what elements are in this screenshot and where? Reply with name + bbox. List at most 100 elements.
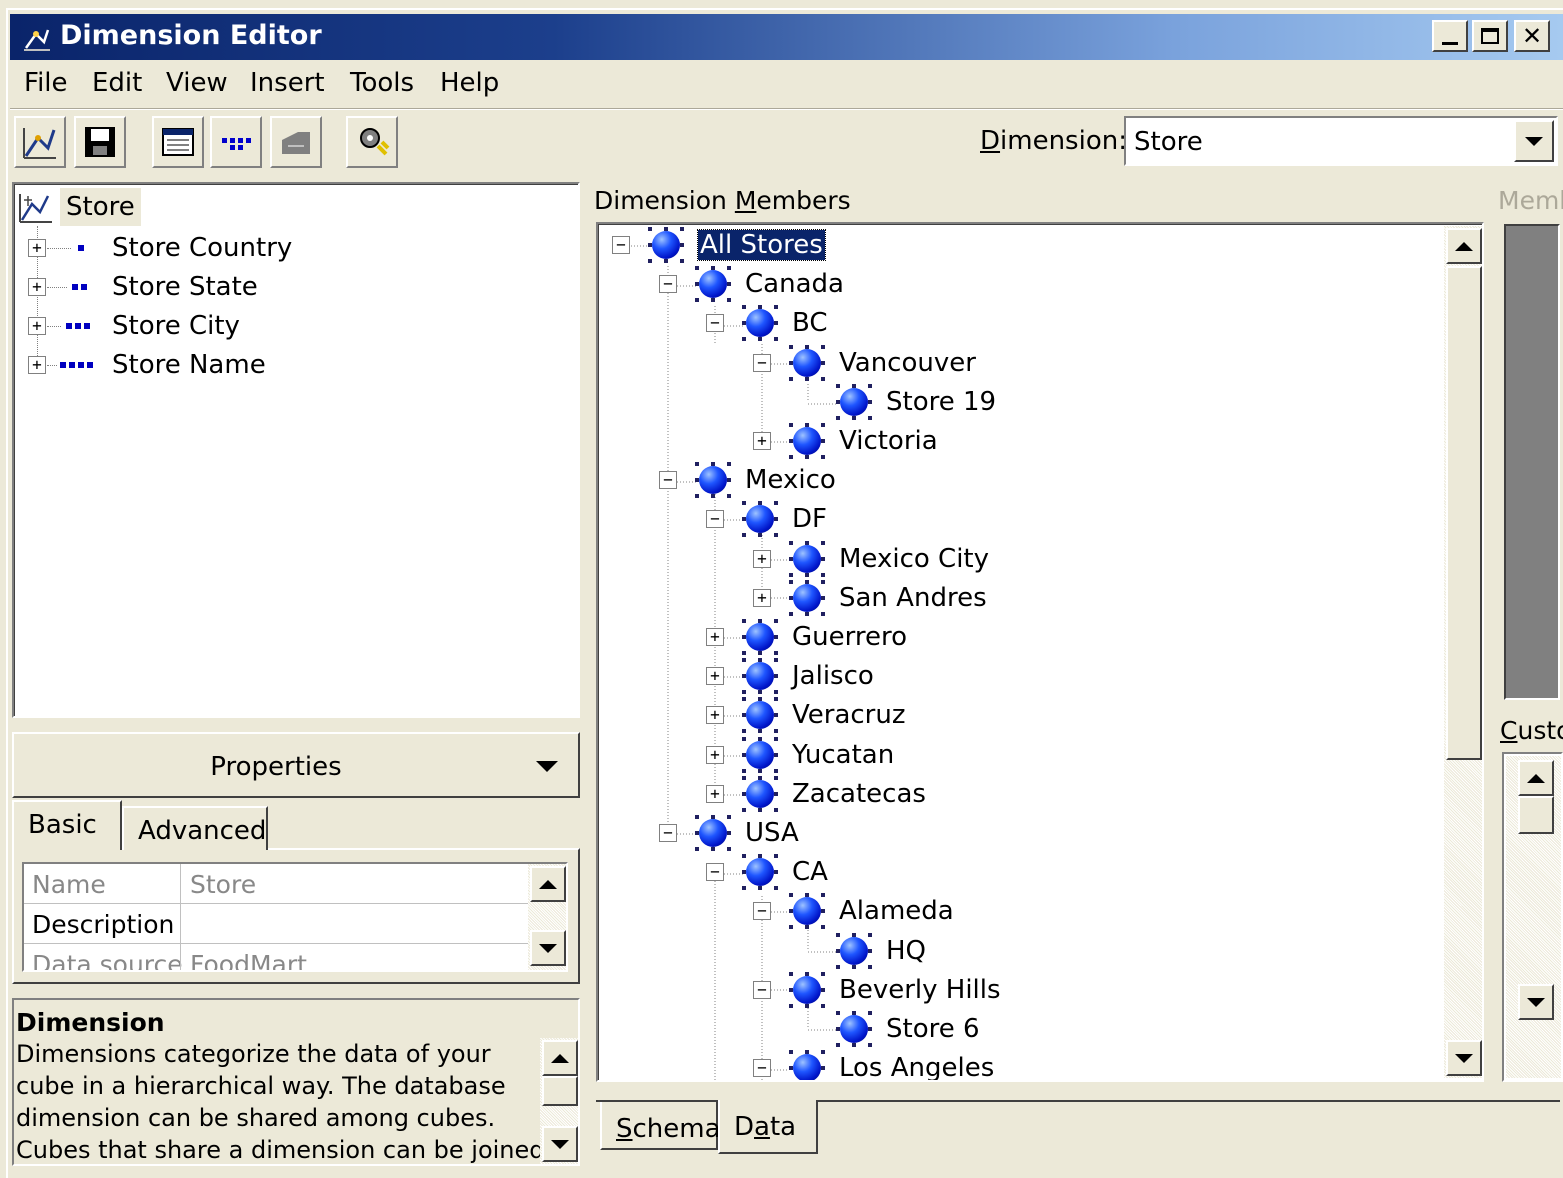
member-node-yucatan[interactable]: + Yucatan xyxy=(598,736,1438,774)
scroll-up-button[interactable] xyxy=(1446,228,1482,264)
minimize-button[interactable] xyxy=(1432,20,1468,52)
member-node-canada[interactable]: − Canada xyxy=(598,265,1438,303)
member-node-zacatecas[interactable]: + Zacatecas xyxy=(598,775,1438,813)
tab-advanced[interactable]: Advanced xyxy=(122,806,268,850)
window-title: Dimension Editor xyxy=(60,20,322,51)
tree-level-store-city[interactable]: Store City xyxy=(112,307,240,345)
process-button[interactable] xyxy=(346,116,398,168)
scroll-thumb[interactable] xyxy=(542,1076,578,1106)
levels-button[interactable] xyxy=(210,116,262,168)
properties-toggle-button[interactable]: Properties xyxy=(12,732,580,798)
tab-schema[interactable]: Schema xyxy=(600,1102,721,1150)
collapse-bc[interactable]: − xyxy=(706,314,724,333)
member-node-jalisco[interactable]: + Jalisco xyxy=(598,657,1438,695)
collapse-usa[interactable]: − xyxy=(659,824,677,842)
property-row-name[interactable]: Name Store xyxy=(24,864,528,904)
close-button[interactable]: ✕ xyxy=(1514,20,1550,52)
expand-store-city[interactable]: + xyxy=(28,317,46,335)
collapse-df[interactable]: − xyxy=(706,510,724,529)
property-row-description[interactable]: Description xyxy=(24,904,528,944)
menu-tools[interactable]: Tools xyxy=(350,68,414,98)
member-node-victoria[interactable]: + Victoria xyxy=(598,422,1438,460)
menu-insert[interactable]: Insert xyxy=(250,68,325,98)
collapse-canada[interactable]: − xyxy=(659,275,677,294)
tool-button[interactable] xyxy=(270,116,322,168)
member-node-mexico-city[interactable]: + Mexico City xyxy=(598,540,1438,578)
tab-basic[interactable]: Basic xyxy=(12,800,122,850)
member-node-guerrero[interactable]: + Guerrero xyxy=(598,618,1438,656)
property-row-data-source[interactable]: Data source FoodMart xyxy=(24,944,528,970)
tree-level-store-name[interactable]: Store Name xyxy=(112,346,266,384)
menu-view[interactable]: View xyxy=(166,68,228,98)
close-icon: ✕ xyxy=(1521,22,1543,50)
properties-button[interactable] xyxy=(152,116,204,168)
scroll-up-button[interactable] xyxy=(530,866,566,902)
maximize-button[interactable] xyxy=(1472,20,1508,52)
scroll-thumb[interactable] xyxy=(1446,266,1482,760)
member-node-bc[interactable]: − BC xyxy=(598,304,1438,342)
chevron-down-icon xyxy=(1527,997,1545,1007)
tree-level-store-state[interactable]: Store State xyxy=(112,268,258,306)
tab-data[interactable]: Data xyxy=(718,1100,818,1154)
member-node-beverly-hills[interactable]: − Beverly Hills xyxy=(598,971,1438,1009)
dimension-dropdown-button[interactable] xyxy=(1514,120,1554,162)
scroll-down-button[interactable] xyxy=(1518,984,1554,1020)
collapse-mexico[interactable]: − xyxy=(659,471,677,490)
level-label: Store Name xyxy=(112,350,266,380)
member-label: Alameda xyxy=(839,896,954,927)
tree-root-store[interactable]: Store xyxy=(60,188,141,226)
member-node-store-19[interactable]: Store 19 xyxy=(598,383,1438,421)
expand-yucatan[interactable]: + xyxy=(706,745,724,764)
property-value[interactable]: Store xyxy=(190,870,256,899)
expand-jalisco[interactable]: + xyxy=(706,667,724,686)
collapse-beverly-hills[interactable]: − xyxy=(753,980,771,999)
member-node-vancouver[interactable]: − Vancouver xyxy=(598,344,1438,382)
label-accel: a xyxy=(754,1112,770,1142)
scroll-down-button[interactable] xyxy=(542,1126,578,1162)
collapse-all-stores[interactable]: − xyxy=(612,236,630,254)
expand-zacatecas[interactable]: + xyxy=(706,784,724,803)
expand-store-state[interactable]: + xyxy=(28,278,46,296)
dimension-select[interactable]: Store xyxy=(1124,116,1558,166)
save-button[interactable] xyxy=(74,116,126,168)
scroll-thumb[interactable] xyxy=(1518,796,1554,834)
member-node-all-stores[interactable]: − All Stores xyxy=(598,226,1438,264)
tree-level-store-country[interactable]: Store Country xyxy=(112,229,292,267)
scroll-up-button[interactable] xyxy=(1518,760,1554,796)
scroll-up-button[interactable] xyxy=(542,1040,578,1076)
expand-store-country[interactable]: + xyxy=(28,239,46,257)
scroll-down-button[interactable] xyxy=(530,930,566,966)
member-node-san-andres[interactable]: + San Andres xyxy=(598,579,1438,617)
chevron-down-icon xyxy=(551,1139,569,1149)
expand-veracruz[interactable]: + xyxy=(706,706,724,725)
member-node-store-6[interactable]: Store 6 xyxy=(598,1010,1438,1048)
expand-store-name[interactable]: + xyxy=(28,356,46,374)
member-icon xyxy=(840,936,868,965)
collapse-ca[interactable]: − xyxy=(706,863,724,882)
member-node-veracruz[interactable]: + Veracruz xyxy=(598,696,1438,734)
collapse-los-angeles[interactable]: − xyxy=(753,1059,771,1078)
member-node-los-angeles[interactable]: − Los Angeles xyxy=(598,1049,1438,1080)
property-value[interactable]: FoodMart xyxy=(190,950,307,970)
dimension-structure-tree[interactable]: Store + Store Country + Store State + St… xyxy=(12,182,580,718)
scroll-down-button[interactable] xyxy=(1446,1040,1482,1076)
member-node-mexico[interactable]: − Mexico xyxy=(598,461,1438,499)
member-node-ca[interactable]: − CA xyxy=(598,853,1438,891)
member-node-hq[interactable]: HQ xyxy=(598,932,1438,970)
dimension-members-tree[interactable]: − All Stores − Canada − BC − Vancouver Store 19 +… xyxy=(596,222,1484,1082)
expand-san-andres[interactable]: + xyxy=(753,588,771,607)
menu-help[interactable]: Help xyxy=(440,68,499,98)
dimension-button[interactable] xyxy=(14,116,66,168)
member-label: Yucatan xyxy=(792,739,895,770)
menu-file[interactable]: File xyxy=(24,68,68,98)
member-node-usa[interactable]: − USA xyxy=(598,814,1438,852)
expand-victoria[interactable]: + xyxy=(753,432,771,450)
member-node-alameda[interactable]: − Alameda xyxy=(598,892,1438,930)
expand-mexico-city[interactable]: + xyxy=(753,549,771,568)
menu-edit[interactable]: Edit xyxy=(92,68,142,98)
chevron-down-icon xyxy=(536,761,558,772)
member-node-df[interactable]: − DF xyxy=(598,500,1438,538)
collapse-alameda[interactable]: − xyxy=(753,902,771,921)
expand-guerrero[interactable]: + xyxy=(706,628,724,646)
collapse-vancouver[interactable]: − xyxy=(753,353,771,372)
